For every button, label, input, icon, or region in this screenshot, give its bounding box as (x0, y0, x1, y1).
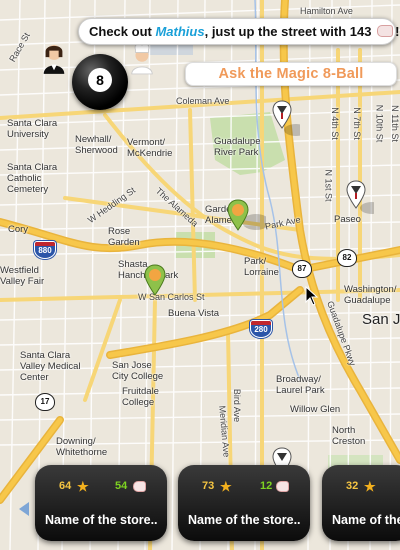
map-label: Cory (8, 224, 29, 235)
thumbs-up-icon (276, 481, 289, 492)
map-label: Santa Clara University (7, 118, 58, 140)
store-name: Name of the store.. (188, 513, 301, 527)
map-label: North Creston (332, 425, 366, 447)
map-label: Downing/ Whitethorne (56, 436, 108, 458)
ask-magic-8-ball-button[interactable]: Ask the Magic 8-Ball (185, 62, 397, 86)
thumbs-up-icon (133, 481, 146, 492)
store-likes: 32 (346, 480, 359, 492)
map-label: Vermont/ McKendrie (127, 137, 173, 159)
star-icon: ★ (77, 479, 89, 494)
bubble-text-end: ! (395, 24, 400, 39)
store-card-stats: 73 ★ 12 (178, 479, 310, 496)
street-label: Bird Ave (232, 388, 243, 423)
map-label: Santa Clara Catholic Cemetery (7, 162, 58, 195)
bubble-text-suffix: , just up the street with 143 (204, 24, 372, 39)
map-label: Westfield Valley Fair (0, 265, 45, 287)
map-pin-store[interactable] (272, 100, 300, 138)
map-pin-store[interactable] (143, 263, 183, 303)
store-card[interactable]: 32 ★ Name of the store.. (322, 465, 400, 541)
bubble-store-name[interactable]: Mathius (155, 24, 204, 39)
highway-shield-280: 280 (250, 320, 272, 338)
thumbs-up-icon (377, 25, 394, 37)
map-label: Guadalupe River Park (214, 136, 261, 158)
street-label: Coleman Ave (176, 96, 230, 106)
street-label: N 11th St (389, 105, 400, 142)
highway-shield-17: 17 (35, 393, 55, 411)
map-label: Willow Glen (290, 404, 341, 415)
map-label: Rose Garden (108, 226, 140, 248)
store-name: Name of the store.. (45, 513, 158, 527)
map-label: Santa Clara Valley Medical Center (20, 350, 81, 383)
store-card[interactable]: 73 ★ 12 Name of the store.. (178, 465, 310, 541)
store-card-stats: 64 ★ 54 (35, 479, 167, 496)
scroll-left-arrow-icon[interactable] (19, 502, 29, 516)
map-label: Buena Vista (168, 308, 220, 319)
street-label: N 1st St (323, 169, 334, 202)
store-card[interactable]: 64 ★ 54 Name of the store.. (35, 465, 167, 541)
street-label: N 4th St (329, 107, 340, 140)
map-label: Broadway/ Laurel Park (276, 374, 325, 396)
street-label: N 7th St (351, 107, 362, 140)
map-label: San Jose City College (112, 360, 164, 382)
highway-shield-87: 87 (292, 260, 312, 278)
store-thumbs: 12 (260, 480, 273, 492)
map-label: Washington/ Guadalupe (344, 284, 397, 306)
store-thumbs: 54 (115, 480, 128, 492)
map-label: Newhall/ Sherwood (75, 134, 118, 156)
map-label: San J (362, 311, 400, 328)
map-pin-store[interactable] (226, 198, 266, 238)
store-name: Name of the store.. (332, 513, 400, 527)
map-pin-store[interactable] (346, 180, 374, 218)
street-label: N 10th St (374, 104, 385, 143)
bubble-text-prefix: Check out (89, 24, 156, 39)
avatar-waitress[interactable] (40, 42, 68, 76)
street-label: Hamilton Ave (300, 6, 353, 16)
magic-8-ball-icon[interactable]: 8 (72, 54, 128, 110)
avatar-chef[interactable] (128, 42, 156, 76)
star-icon: ★ (364, 479, 376, 494)
map-label: Fruitdale College (122, 386, 159, 408)
recommendation-bubble[interactable]: Check out Mathius, just up the street wi… (78, 18, 400, 45)
map-label: Park/ Lorraine (244, 256, 279, 278)
highway-shield-82: 82 (337, 249, 357, 267)
store-likes: 73 (202, 480, 215, 492)
highway-shield-880: 880 (34, 241, 56, 259)
star-icon: ★ (220, 479, 232, 494)
store-likes: 64 (59, 480, 72, 492)
store-card-stats: 32 ★ (322, 479, 400, 496)
cursor-icon (305, 286, 319, 306)
